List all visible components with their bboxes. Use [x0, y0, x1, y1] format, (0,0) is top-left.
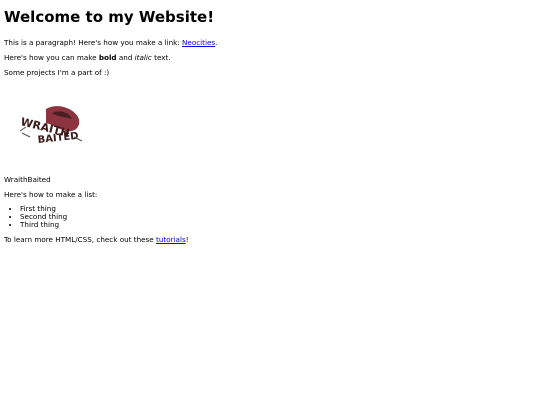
example-list: First thing Second thing Third thing: [4, 205, 540, 229]
tutorials-link[interactable]: tutorials: [156, 235, 186, 244]
outro-exclamation: !: [185, 235, 189, 244]
italic-text: italic: [134, 53, 152, 62]
formatting-end: text.: [151, 53, 171, 62]
wraithbaited-logo[interactable]: WRAITH BAITED: [16, 103, 88, 151]
list-item: Third thing: [20, 221, 540, 229]
page-content: Welcome to my Website! This is a paragra…: [0, 0, 540, 244]
list-intro: Here's how to make a list:: [4, 190, 98, 199]
formatting-and: and: [116, 53, 135, 62]
list-item: Second thing: [20, 213, 540, 221]
wraithbaited-logo-image: WRAITH BAITED: [19, 106, 83, 146]
intro-text: This is a paragraph! Here's how you make…: [4, 38, 183, 47]
intro-period: .: [215, 38, 218, 47]
bold-text: bold: [98, 53, 117, 62]
outro-paragraph: To learn more HTML/CSS, check out these …: [4, 235, 540, 244]
neocities-link[interactable]: Neocities: [182, 38, 215, 47]
page-title: Welcome to my Website!: [4, 8, 215, 26]
formatting-paragraph: Here's how you can make bold and italic …: [4, 53, 540, 62]
intro-paragraph: This is a paragraph! Here's how you make…: [4, 38, 540, 47]
projects-heading: Some projects I'm a part of :): [4, 68, 110, 77]
outro-text: To learn more HTML/CSS, check out these: [4, 235, 157, 244]
formatting-text: Here's how you can make: [4, 53, 99, 62]
wraithbaited-caption: WraithBaited: [4, 175, 51, 184]
list-item: First thing: [20, 205, 540, 213]
